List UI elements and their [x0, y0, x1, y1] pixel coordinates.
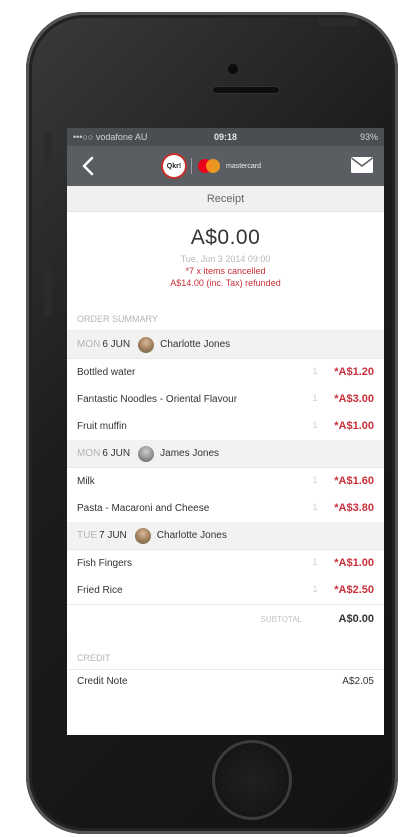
day-of-week: TUE [77, 530, 97, 541]
item-price: *A$1.00 [334, 557, 374, 569]
front-camera [228, 64, 238, 74]
list-item: Fish Fingers 1 *A$1.00 [67, 550, 384, 577]
credit-label: CREDIT [67, 641, 384, 670]
item-price: *A$1.00 [334, 420, 374, 432]
item-qty: 1 [312, 584, 318, 594]
day-of-week: MON [77, 339, 101, 350]
item-price: *A$1.60 [334, 475, 374, 487]
mastercard-logo-icon [198, 159, 220, 173]
mute-switch [44, 132, 52, 162]
item-price: *A$3.80 [334, 502, 374, 514]
item-qty: 1 [312, 502, 318, 512]
earpiece-speaker [212, 86, 280, 94]
volume-up-button [44, 197, 52, 247]
credit-item-name: Credit Note [77, 676, 128, 687]
subtotal-label: SUBTOTAL [260, 614, 303, 624]
credit-item-value: A$2.05 [342, 676, 374, 687]
item-name: Milk [77, 476, 95, 487]
receipt-amount: A$0.00 [190, 226, 261, 249]
status-bar: •••○○ vodafone AU 09:18 93% [67, 128, 384, 146]
order-summary-label: ORDER SUMMARY [67, 302, 384, 331]
receipt-summary: A$0.00 Tue, Jun 3 2014 09:00 *7 x items … [67, 212, 384, 288]
day-header: MON 6 JUN James Jones [67, 440, 384, 468]
item-qty: 1 [312, 557, 318, 567]
avatar [138, 336, 155, 353]
volume-down-button [44, 267, 52, 317]
item-name: Fried Rice [77, 585, 123, 596]
item-name: Pasta - Macaroni and Cheese [77, 503, 210, 514]
receipt-date: Tue, Jun 3 2014 09:00 [180, 254, 271, 264]
item-price: *A$3.00 [334, 393, 374, 405]
subtotal-row: SUBTOTAL A$0.00 [67, 604, 384, 633]
item-qty: 1 [312, 366, 318, 376]
day-header: MON 6 JUN Charlotte Jones [67, 331, 384, 359]
item-qty: 1 [312, 475, 318, 485]
app-screen: •••○○ vodafone AU 09:18 93% Qkr! masterc… [67, 128, 384, 735]
power-button [318, 18, 358, 26]
battery-label: 93% [359, 132, 378, 142]
page-title: Receipt [67, 186, 384, 212]
brand-divider [191, 158, 192, 174]
day-of-week: MON [77, 448, 101, 459]
day-header: TUE 7 JUN Charlotte Jones [67, 522, 384, 550]
day-date: 7 JUN [99, 530, 127, 541]
avatar [134, 527, 151, 544]
refund-note: A$14.00 (inc. Tax) refunded [170, 278, 281, 288]
item-price: *A$1.20 [334, 366, 374, 378]
qkr-logo: Qkr! [163, 155, 185, 177]
day-date: 6 JUN [102, 339, 131, 350]
person-name: Charlotte Jones [156, 530, 227, 541]
item-qty: 1 [312, 393, 318, 403]
item-name: Bottled water [77, 367, 136, 378]
person-name: James Jones [160, 448, 220, 459]
day-date: 6 JUN [102, 448, 131, 459]
item-price: *A$2.50 [334, 584, 374, 596]
mastercard-label: mastercard [226, 162, 262, 170]
subtotal-value: A$0.00 [338, 613, 374, 625]
item-name: Fantastic Noodles - Oriental Flavour [77, 394, 238, 405]
credit-row: Credit Note A$2.05 [67, 670, 384, 693]
list-item: Bottled water 1 *A$1.20 [67, 359, 384, 386]
person-name: Charlotte Jones [160, 339, 231, 350]
qkr-logo-label: Qkr! [166, 162, 182, 170]
nav-bar: Qkr! mastercard [67, 146, 384, 186]
brand-logos: Qkr! mastercard [163, 155, 261, 177]
list-item: Fruit muffin 1 *A$1.00 [67, 413, 384, 440]
item-name: Fish Fingers [77, 558, 133, 569]
list-item: Pasta - Macaroni and Cheese 1 *A$3.80 [67, 495, 384, 522]
cancelled-note: *7 x items cancelled [185, 266, 266, 276]
item-name: Fruit muffin [77, 421, 127, 432]
list-item: Fantastic Noodles - Oriental Flavour 1 *… [67, 386, 384, 413]
item-qty: 1 [312, 420, 318, 430]
carrier-label: •••○○ vodafone AU [73, 132, 148, 142]
list-item: Fried Rice 1 *A$2.50 [67, 577, 384, 604]
avatar [138, 445, 155, 462]
back-arrow-icon[interactable] [77, 155, 99, 177]
mail-icon[interactable] [350, 156, 374, 176]
home-button[interactable] [212, 740, 292, 820]
list-item: Milk 1 *A$1.60 [67, 468, 384, 495]
